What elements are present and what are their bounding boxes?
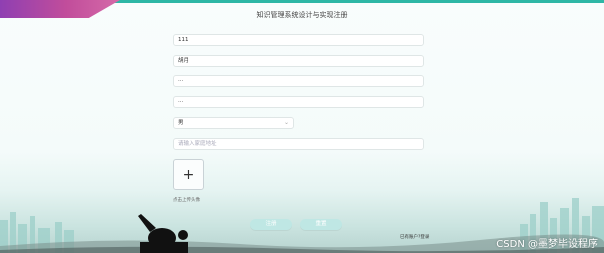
account-value: 111 [178, 37, 189, 43]
reset-button[interactable]: 重置 [300, 219, 342, 230]
gender-value: 男 [178, 120, 184, 126]
name-field[interactable]: 胡月 [173, 55, 424, 67]
address-field[interactable]: 请输入家庭地址 [173, 138, 424, 150]
register-button[interactable]: 注册 [250, 219, 292, 230]
password-field[interactable]: ··· [173, 75, 424, 87]
confirm-password-field[interactable]: ··· [173, 96, 424, 108]
chevron-down-icon: ⌄ [283, 119, 289, 126]
password-value: ··· [178, 78, 184, 84]
gender-select[interactable]: 男 ⌄ [173, 117, 294, 129]
csdn-watermark: CSDN @墨梦毕设程序 [496, 239, 598, 250]
account-field[interactable]: 111 [173, 34, 424, 46]
page-title: 知识管理系统设计与实现注册 [256, 11, 348, 19]
confirm-password-value: ··· [178, 99, 184, 105]
name-value: 胡月 [178, 58, 190, 64]
address-placeholder: 请输入家庭地址 [178, 141, 217, 147]
login-link[interactable]: 已有账户?登录 [400, 234, 429, 240]
